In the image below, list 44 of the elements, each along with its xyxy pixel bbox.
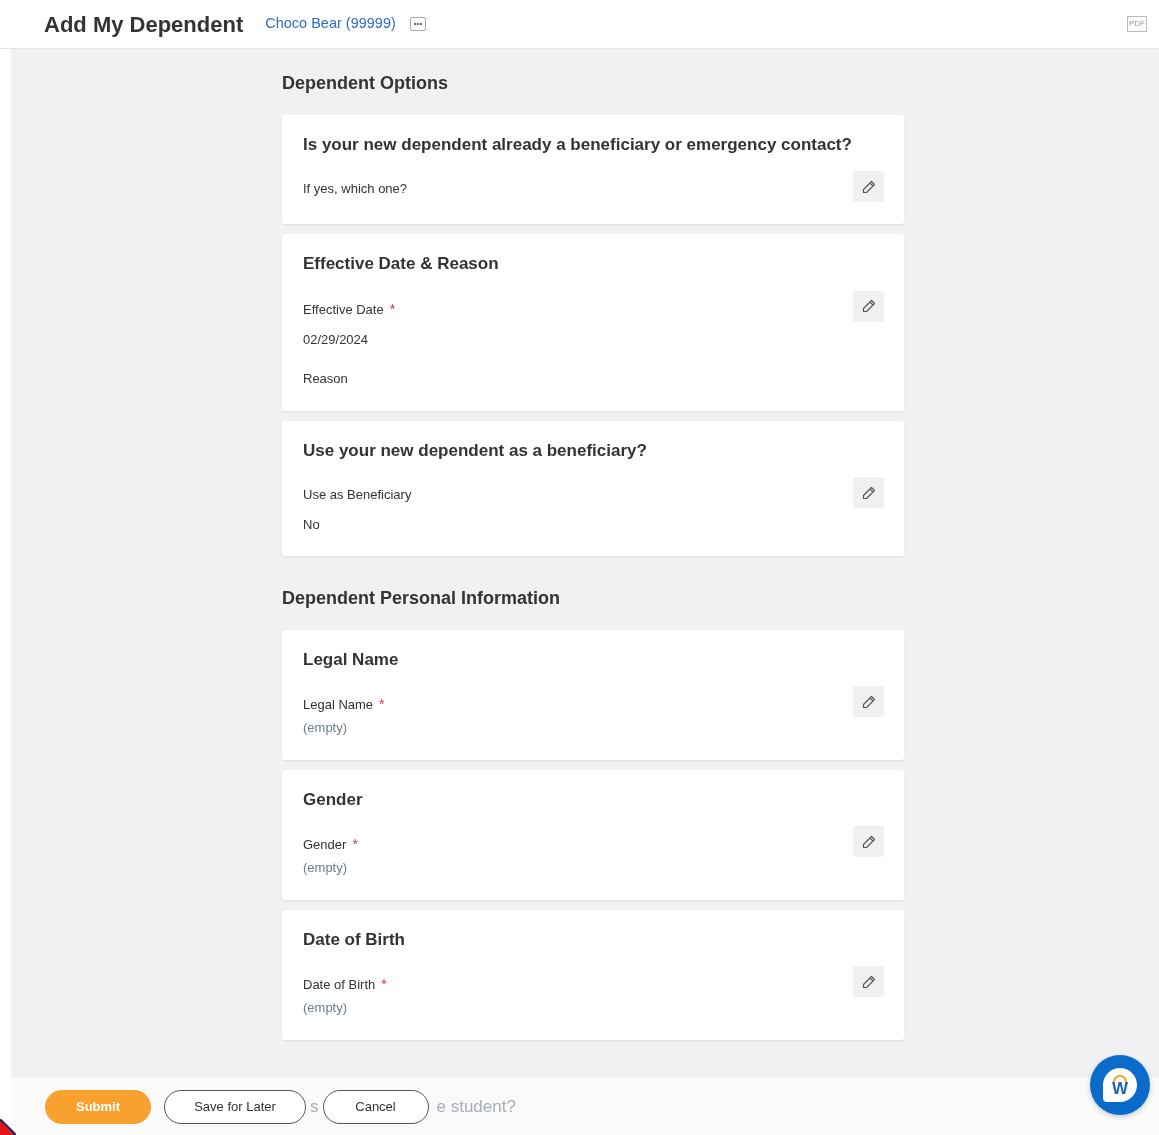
edit-button[interactable] bbox=[853, 826, 884, 858]
field-label: Legal Name bbox=[303, 697, 374, 713]
card-title: Legal Name bbox=[303, 648, 400, 671]
field-label: Use as Beneficiary bbox=[303, 487, 412, 503]
field-label: If yes, which one? bbox=[303, 181, 408, 197]
field-label: Gender bbox=[303, 837, 347, 853]
edit-button[interactable] bbox=[853, 290, 884, 322]
field-value: (empty) bbox=[303, 999, 349, 1018]
pencil-icon bbox=[861, 485, 876, 500]
page-title: Add My Dependent bbox=[44, 10, 244, 39]
pencil-icon bbox=[861, 834, 876, 849]
hidden-card-title: e student? bbox=[435, 1095, 516, 1118]
edit-button[interactable] bbox=[853, 171, 884, 203]
chat-logo-icon: W bbox=[1103, 1068, 1137, 1102]
edit-button[interactable] bbox=[853, 966, 884, 998]
card-title: Use your new dependent as a beneficiary? bbox=[303, 439, 648, 462]
hidden-card-title: s bbox=[309, 1095, 320, 1118]
section-heading: Dependent Options bbox=[282, 73, 449, 95]
card-title: Date of Birth bbox=[303, 928, 406, 951]
field-value: No bbox=[303, 515, 321, 534]
worker-link[interactable]: Choco Bear (99999) bbox=[265, 13, 396, 35]
save-for-later-button[interactable]: Save for Later bbox=[164, 1089, 306, 1124]
field-label: Reason bbox=[303, 371, 348, 387]
field-value: (empty) bbox=[303, 719, 349, 738]
field-value: 02/29/2024 bbox=[303, 330, 370, 349]
pencil-icon bbox=[861, 694, 876, 709]
pencil-icon bbox=[861, 974, 876, 989]
card-title: Gender bbox=[303, 788, 364, 811]
pencil-icon bbox=[861, 179, 876, 194]
more-button[interactable]: ••• bbox=[409, 17, 427, 31]
required-mark: * bbox=[379, 696, 385, 713]
field-value: (empty) bbox=[303, 859, 349, 878]
edit-button[interactable] bbox=[853, 477, 884, 509]
section-heading: Dependent Personal Information bbox=[282, 588, 562, 610]
field-label: Date of Birth bbox=[303, 977, 376, 993]
required-mark: * bbox=[381, 976, 387, 993]
pencil-icon bbox=[861, 299, 876, 314]
field-label: Effective Date bbox=[303, 301, 384, 317]
cancel-button[interactable]: Cancel bbox=[322, 1089, 429, 1124]
card-title: Effective Date & Reason bbox=[303, 253, 500, 276]
card-title: Is your new dependent already a beneficiary or emergency contact? bbox=[303, 133, 853, 156]
required-mark: * bbox=[352, 836, 358, 853]
edit-button[interactable] bbox=[853, 686, 884, 718]
required-mark: * bbox=[389, 300, 396, 317]
